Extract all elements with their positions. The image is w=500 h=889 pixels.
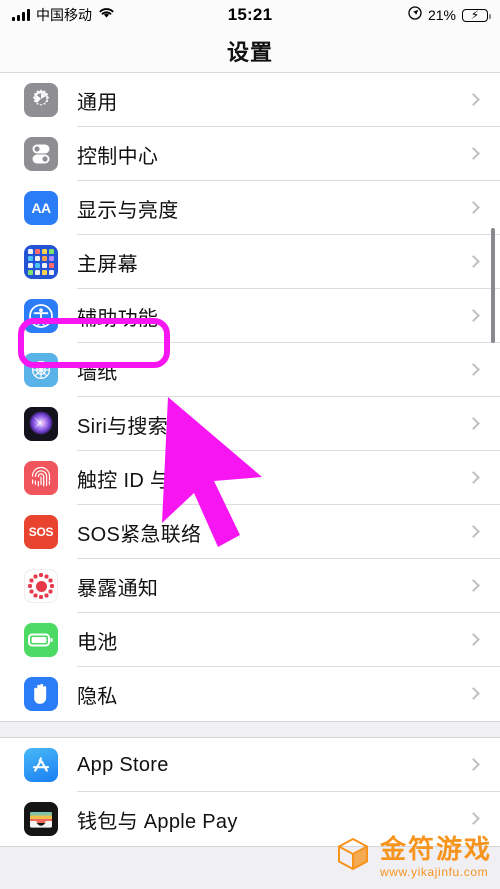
status-bar-right: 21% ⚡: [408, 5, 491, 25]
page-title: 设置: [226, 40, 273, 65]
settings-row-general[interactable]: 通用: [0, 73, 500, 127]
settings-row-label: SOS紧急联络: [77, 523, 202, 546]
app-store-icon: [24, 748, 58, 782]
settings-section-system: 通用 控制中心 AA 显示与亮度 主屏幕 辅助功能 墙纸 Siri与搜索 触控 …: [0, 73, 500, 722]
section-gap: [0, 722, 500, 737]
siri-icon: [24, 407, 58, 441]
chevron-right-icon: [467, 633, 480, 646]
settings-row-touch-id[interactable]: 触控 ID 与密码: [0, 451, 500, 505]
settings-row-label: 墙纸: [77, 361, 118, 384]
location-arrow-icon: [408, 5, 422, 25]
chevron-right-icon: [467, 471, 480, 484]
settings-row-control-center[interactable]: 控制中心: [0, 127, 500, 181]
chevron-right-icon: [467, 579, 480, 592]
chevron-right-icon: [467, 201, 480, 214]
scrollbar-thumb[interactable]: [491, 228, 495, 343]
wallpaper-icon: [24, 353, 58, 387]
settings-row-label: Siri与搜索: [77, 415, 168, 438]
chevron-right-icon: [467, 525, 480, 538]
settings-row-wallpaper[interactable]: 墙纸: [0, 343, 500, 397]
settings-row-label: 辅助功能: [77, 307, 159, 330]
settings-row-label: 触控 ID 与密码: [77, 469, 211, 492]
chevron-right-icon: [467, 812, 480, 825]
privacy-hand-icon: [24, 677, 58, 711]
settings-section-store: App Store 钱包与 Apple Pay: [0, 737, 500, 847]
settings-row-display-brightness[interactable]: AA 显示与亮度: [0, 181, 500, 235]
chevron-right-icon: [467, 309, 480, 322]
chevron-right-icon: [467, 255, 480, 268]
chevron-right-icon: [467, 758, 480, 771]
chevron-right-icon: [467, 93, 480, 106]
settings-row-battery[interactable]: 电池: [0, 613, 500, 667]
watermark-title: 金符游戏: [379, 833, 492, 864]
settings-row-exposure-notifications[interactable]: 暴露通知: [0, 559, 500, 613]
settings-list[interactable]: 通用 控制中心 AA 显示与亮度 主屏幕 辅助功能 墙纸 Siri与搜索 触控 …: [0, 73, 500, 889]
settings-row-label: 显示与亮度: [77, 199, 179, 222]
chevron-right-icon: [467, 363, 480, 376]
settings-row-label: 暴露通知: [77, 577, 159, 600]
chevron-right-icon: [467, 147, 480, 160]
cube-logo-icon: [333, 834, 373, 879]
battery-percent-label: 21%: [427, 7, 456, 23]
settings-row-accessibility[interactable]: 辅助功能: [0, 289, 500, 343]
settings-row-label: 主屏幕: [77, 253, 138, 276]
settings-row-label: App Store: [77, 753, 169, 776]
settings-row-privacy[interactable]: 隐私: [0, 667, 500, 721]
battery-icon: [24, 623, 58, 657]
settings-row-app-store[interactable]: App Store: [0, 738, 500, 792]
settings-row-label: 隐私: [77, 685, 118, 708]
control-center-icon: [24, 137, 58, 171]
touch-id-icon: [24, 461, 58, 495]
settings-row-siri-search[interactable]: Siri与搜索: [0, 397, 500, 451]
exposure-notification-icon: [24, 569, 58, 603]
settings-row-label: 电池: [77, 631, 118, 654]
accessibility-icon: [24, 299, 58, 333]
settings-row-label: 控制中心: [77, 145, 159, 168]
chevron-right-icon: [467, 417, 480, 430]
home-screen-icon: [24, 245, 58, 279]
settings-row-emergency-sos[interactable]: SOS SOS紧急联络: [0, 505, 500, 559]
gear-icon: [24, 83, 58, 117]
watermark-url: www.yikajinfu.com: [379, 864, 489, 879]
nav-header: 设置: [0, 30, 500, 73]
watermark: 金符游戏 www.yikajinfu.com: [333, 834, 492, 879]
settings-row-label: 钱包与 Apple Pay: [77, 810, 238, 833]
battery-charging-icon: ⚡: [462, 8, 491, 22]
iphone-settings-screen: 中国移动 15:21 21% ⚡ 设置 通用 控制中心 AA 显示与亮度 主屏幕…: [0, 0, 500, 889]
wallet-icon: [24, 802, 58, 836]
display-brightness-icon: AA: [24, 191, 58, 225]
status-bar: 中国移动 15:21 21% ⚡: [0, 0, 500, 30]
chevron-right-icon: [467, 687, 480, 700]
settings-row-label: 通用: [77, 91, 118, 114]
sos-icon: SOS: [24, 515, 58, 549]
settings-row-home-screen[interactable]: 主屏幕: [0, 235, 500, 289]
